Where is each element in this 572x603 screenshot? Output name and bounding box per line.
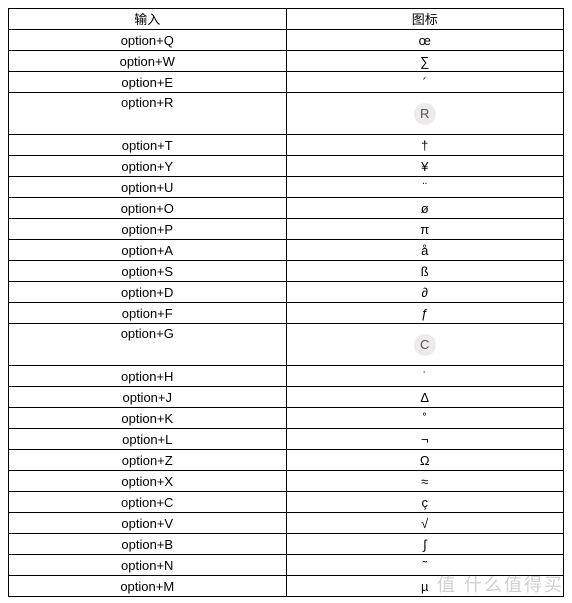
table-row: option+H˙ — [9, 366, 564, 387]
cell-input: option+E — [9, 72, 287, 93]
cell-input: option+W — [9, 51, 287, 72]
cell-icon: Δ — [286, 387, 564, 408]
table-row: option+Mµ — [9, 576, 564, 597]
cell-icon: Ω — [286, 450, 564, 471]
cell-input: option+F — [9, 303, 287, 324]
cell-input: option+H — [9, 366, 287, 387]
cell-icon: √ — [286, 513, 564, 534]
table-row: option+N˜ — [9, 555, 564, 576]
cell-icon: ´ — [286, 72, 564, 93]
cell-input: option+K — [9, 408, 287, 429]
header-input: 输入 — [9, 9, 287, 30]
table-row: option+L¬ — [9, 429, 564, 450]
table-header-row: 输入 图标 — [9, 9, 564, 30]
table-row: option+Aå — [9, 240, 564, 261]
cell-input: option+D — [9, 282, 287, 303]
table-row: option+K˚ — [9, 408, 564, 429]
cell-input: option+O — [9, 198, 287, 219]
table-row: option+D∂ — [9, 282, 564, 303]
cell-input: option+Z — [9, 450, 287, 471]
shortcut-table: 输入 图标 option+Qœoption+W∑option+E´option+… — [8, 8, 564, 597]
table-row: option+Sß — [9, 261, 564, 282]
table-row: option+Pπ — [9, 219, 564, 240]
cell-input: option+L — [9, 429, 287, 450]
table-row: option+Y¥ — [9, 156, 564, 177]
cell-icon: π — [286, 219, 564, 240]
table-row: option+Qœ — [9, 30, 564, 51]
cell-input: option+X — [9, 471, 287, 492]
cell-icon: ¬ — [286, 429, 564, 450]
cell-icon: ∫ — [286, 534, 564, 555]
table-row: option+E´ — [9, 72, 564, 93]
table-row: option+T† — [9, 135, 564, 156]
table-row: option+ZΩ — [9, 450, 564, 471]
cell-input: option+R — [9, 93, 287, 135]
table-row: option+W∑ — [9, 51, 564, 72]
table-row: option+X≈ — [9, 471, 564, 492]
cell-icon: œ — [286, 30, 564, 51]
header-icon: 图标 — [286, 9, 564, 30]
table-row: option+Cç — [9, 492, 564, 513]
table-row: option+Oø — [9, 198, 564, 219]
cell-input: option+S — [9, 261, 287, 282]
cell-icon: ˚ — [286, 408, 564, 429]
table-row: option+U¨ — [9, 177, 564, 198]
cell-input: option+M — [9, 576, 287, 597]
cell-input: option+P — [9, 219, 287, 240]
table-row: option+V√ — [9, 513, 564, 534]
cell-input: option+V — [9, 513, 287, 534]
cell-icon: ƒ — [286, 303, 564, 324]
circled-icon: C — [414, 334, 436, 356]
cell-icon: R — [286, 93, 564, 135]
cell-input: option+Y — [9, 156, 287, 177]
cell-icon: ¨ — [286, 177, 564, 198]
cell-icon: ≈ — [286, 471, 564, 492]
cell-icon: ø — [286, 198, 564, 219]
table-row: option+JΔ — [9, 387, 564, 408]
cell-icon: ˙ — [286, 366, 564, 387]
table-row: option+B∫ — [9, 534, 564, 555]
cell-input: option+B — [9, 534, 287, 555]
cell-icon: C — [286, 324, 564, 366]
cell-icon: ß — [286, 261, 564, 282]
circled-icon: R — [414, 103, 436, 125]
cell-input: option+C — [9, 492, 287, 513]
cell-input: option+G — [9, 324, 287, 366]
cell-icon: † — [286, 135, 564, 156]
cell-input: option+J — [9, 387, 287, 408]
cell-icon: ç — [286, 492, 564, 513]
cell-icon: ∂ — [286, 282, 564, 303]
cell-input: option+U — [9, 177, 287, 198]
cell-icon: µ — [286, 576, 564, 597]
table-row: option+G C — [9, 324, 564, 366]
cell-input: option+Q — [9, 30, 287, 51]
cell-input: option+A — [9, 240, 287, 261]
table-row: option+R R — [9, 93, 564, 135]
table-row: option+Fƒ — [9, 303, 564, 324]
cell-icon: ˜ — [286, 555, 564, 576]
cell-input: option+T — [9, 135, 287, 156]
cell-icon: ¥ — [286, 156, 564, 177]
cell-input: option+N — [9, 555, 287, 576]
cell-icon: å — [286, 240, 564, 261]
cell-icon: ∑ — [286, 51, 564, 72]
